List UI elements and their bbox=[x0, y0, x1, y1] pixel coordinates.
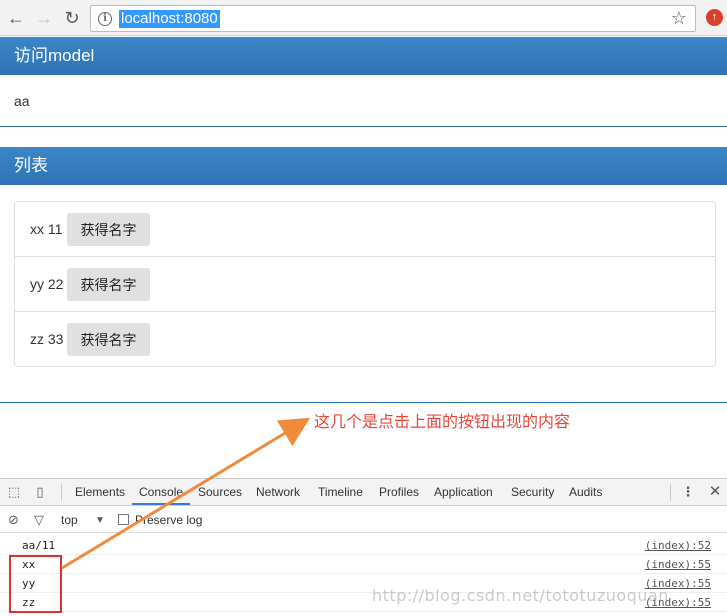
tab-elements[interactable]: Elements bbox=[75, 485, 125, 499]
devtools-tab-bar: ⬚ ▯ Elements Console Sources Network Tim… bbox=[0, 479, 727, 506]
annotation-text: 这几个是点击上面的按钮出现的内容 bbox=[314, 412, 571, 431]
url-text[interactable]: localhost:8080 bbox=[119, 10, 220, 28]
tab-application[interactable]: Application bbox=[434, 485, 493, 499]
tab-console[interactable]: Console bbox=[139, 485, 183, 499]
highlight-box bbox=[9, 555, 62, 613]
tab-profiles[interactable]: Profiles bbox=[379, 485, 419, 499]
list-item: zz 33 获得名字 bbox=[15, 312, 715, 367]
model-panel-title: 访问model bbox=[0, 37, 727, 75]
separator bbox=[61, 484, 62, 501]
device-toolbar-icon[interactable]: ▯ bbox=[32, 484, 48, 500]
model-panel-body: aa bbox=[0, 75, 727, 127]
context-select[interactable]: top bbox=[61, 513, 78, 527]
get-name-button[interactable]: 获得名字 bbox=[67, 213, 150, 246]
tab-sources[interactable]: Sources bbox=[198, 485, 242, 499]
reload-icon[interactable]: ↻ bbox=[61, 7, 83, 29]
tab-security[interactable]: Security bbox=[511, 485, 554, 499]
preserve-log-checkbox[interactable] bbox=[118, 514, 129, 525]
tab-network[interactable]: Network bbox=[256, 485, 300, 499]
info-icon[interactable]: i bbox=[98, 12, 112, 26]
preserve-log-label: Preserve log bbox=[135, 513, 203, 527]
inspect-element-icon[interactable]: ⬚ bbox=[6, 484, 22, 500]
more-options-icon[interactable]: ⋮ bbox=[680, 484, 696, 500]
separator bbox=[670, 484, 671, 501]
console-log-row: xx (index):55 bbox=[0, 555, 727, 574]
log-message: aa/11 bbox=[22, 539, 56, 552]
forward-arrow-icon[interactable]: → bbox=[33, 7, 55, 29]
item-label: zz 33 bbox=[30, 331, 64, 347]
model-value: aa bbox=[14, 93, 30, 109]
close-icon[interactable]: ✕ bbox=[707, 484, 723, 500]
back-arrow-icon[interactable]: ← bbox=[5, 7, 27, 29]
log-source-link[interactable]: (index):55 bbox=[645, 558, 711, 571]
console-toolbar: ⊘ ▽ top ▼ Preserve log bbox=[0, 507, 727, 533]
get-name-button[interactable]: 获得名字 bbox=[67, 268, 150, 301]
extension-icon[interactable]: ↑ bbox=[706, 9, 723, 26]
tab-timeline[interactable]: Timeline bbox=[318, 485, 363, 499]
address-bar[interactable]: i localhost:8080 ☆ bbox=[90, 5, 696, 32]
tab-audits[interactable]: Audits bbox=[569, 485, 602, 499]
get-name-button[interactable]: 获得名字 bbox=[67, 323, 150, 356]
console-log-row: aa/11 (index):52 bbox=[0, 536, 727, 555]
bookmark-star-icon[interactable]: ☆ bbox=[671, 8, 687, 29]
list-panel-title: 列表 bbox=[0, 147, 727, 185]
clear-console-icon[interactable]: ⊘ bbox=[8, 512, 19, 528]
active-tab-indicator bbox=[132, 503, 190, 505]
list-item: xx 11 获得名字 bbox=[15, 202, 715, 257]
list-group: xx 11 获得名字 yy 22 获得名字 zz 33 获得名字 bbox=[14, 201, 716, 367]
item-label: xx 11 bbox=[30, 221, 63, 237]
filter-icon[interactable]: ▽ bbox=[34, 512, 44, 528]
browser-toolbar: ← → ↻ i localhost:8080 ☆ ↑ bbox=[0, 0, 727, 36]
log-source-link[interactable]: (index):52 bbox=[645, 539, 711, 552]
item-label: yy 22 bbox=[30, 276, 64, 292]
watermark: http://blog.csdn.net/tototuzuoquan bbox=[372, 586, 669, 605]
chevron-down-icon[interactable]: ▼ bbox=[95, 515, 105, 526]
list-item: yy 22 获得名字 bbox=[15, 257, 715, 312]
